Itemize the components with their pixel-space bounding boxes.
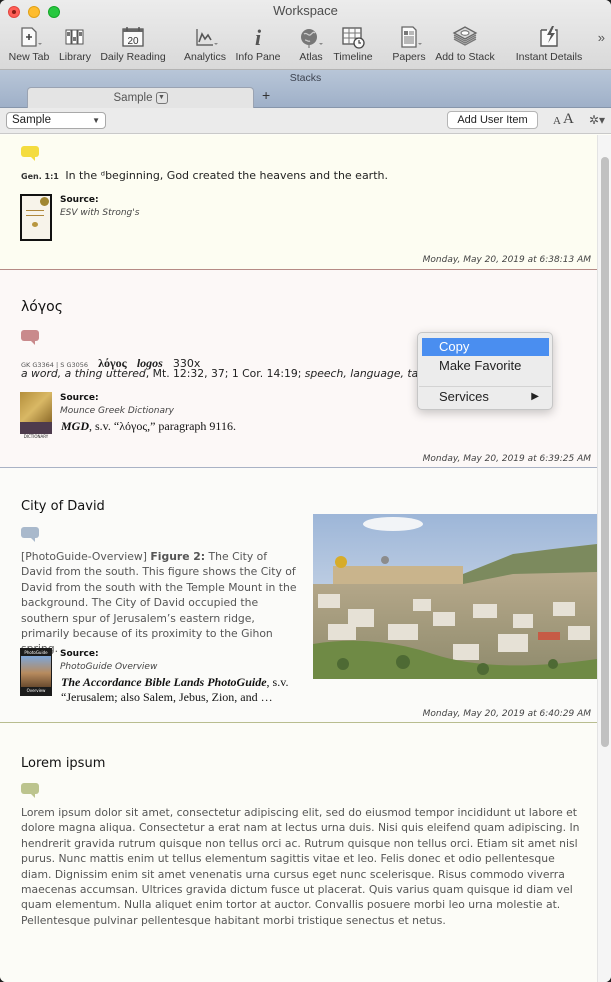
entry-timestamp: Monday, May 20, 2019 at 6:38:13 AM <box>422 255 591 265</box>
toolbar-info-pane[interactable]: i Info Pane <box>234 24 282 68</box>
stack-controls-bar: Sample ▼ Add User Item A A ✲▾ <box>0 108 611 134</box>
library-icon <box>56 24 94 50</box>
toolbar-timeline[interactable]: Timeline <box>331 24 375 68</box>
context-menu-make-favorite[interactable]: Make Favorite <box>422 357 549 375</box>
toolbar-analytics[interactable]: Analytics <box>183 24 227 68</box>
context-menu-services[interactable]: Services ▶ <box>422 388 549 406</box>
context-menu-separator <box>419 386 551 387</box>
toolbar-papers[interactable]: Papers <box>391 24 427 68</box>
context-menu-copy[interactable]: Copy <box>422 338 549 356</box>
source-name[interactable]: PhotoGuide Overview <box>60 662 157 672</box>
gear-icon[interactable]: ✲▾ <box>589 113 605 127</box>
entry-title: λόγος <box>21 299 63 315</box>
submenu-arrow-icon: ▶ <box>531 391 539 402</box>
stack-tab-sample[interactable]: Sample ▼ <box>27 87 254 109</box>
stack-entry[interactable]: City of David [PhotoGuide-Overview] Figu… <box>0 468 597 723</box>
chevron-down-icon: ▼ <box>92 116 100 125</box>
stack-entry[interactable]: Lorem ipsum Lorem ipsum dolor sit amet, … <box>0 723 597 982</box>
note-bubble-icon[interactable] <box>21 527 39 542</box>
toolbar-daily-reading[interactable]: 20 Daily Reading <box>99 24 167 68</box>
increase-font-button[interactable]: A <box>563 111 574 128</box>
add-user-item-button[interactable]: Add User Item <box>447 111 538 129</box>
verse-reference[interactable]: Gen. 1:1 <box>21 172 59 181</box>
city-of-david-photo[interactable] <box>313 514 597 679</box>
new-tab-icon <box>8 24 50 50</box>
note-bubble-icon[interactable] <box>21 146 39 161</box>
entry-timestamp: Monday, May 20, 2019 at 6:40:29 AM <box>422 709 591 719</box>
photoguide-cover-thumbnail: PhotoGuide Overview <box>20 648 52 696</box>
title-bar: Workspace New Tab Library 20 Daily Readi… <box>0 0 611 70</box>
stack-select-value: Sample <box>12 114 51 126</box>
verse-text: In the ᵈbeginning, God created the heave… <box>65 169 388 182</box>
svg-text:20: 20 <box>127 36 139 47</box>
scrollbar-thumb[interactable] <box>601 157 609 747</box>
source-label: Source: <box>60 195 99 205</box>
toolbar-library[interactable]: Library <box>56 24 94 68</box>
svg-text:i: i <box>255 25 262 50</box>
esv-cover-thumbnail <box>20 194 52 241</box>
note-text: Lorem ipsum dolor sit amet, consectetur … <box>21 806 580 927</box>
decrease-font-button[interactable]: A <box>553 115 561 127</box>
source-label: Source: <box>60 393 99 403</box>
entry-timestamp: Monday, May 20, 2019 at 6:39:25 AM <box>422 454 591 464</box>
stack-tab-label: Sample <box>113 92 153 104</box>
photo-caption: [PhotoGuide-Overview] Figure 2: The City… <box>21 550 297 655</box>
instant-details-icon <box>512 24 586 50</box>
stack-entry[interactable]: Gen. 1:1 In the ᵈbeginning, God created … <box>0 135 597 270</box>
mounce-cover-thumbnail: DICTIONARY <box>20 392 52 440</box>
info-icon: i <box>234 24 282 50</box>
source-citation: MGD, s.v. “λόγος,” paragraph 9116. <box>61 419 236 433</box>
tab-menu-chevron-icon[interactable]: ▼ <box>155 91 168 104</box>
entry-title: City of David <box>21 499 105 514</box>
workspace-window: Workspace New Tab Library 20 Daily Readi… <box>0 0 611 982</box>
toolbar-instant-details[interactable]: Instant Details <box>512 24 586 68</box>
add-stack-button[interactable]: + <box>262 87 270 103</box>
toolbar-add-to-stack[interactable]: Add to Stack <box>433 24 497 68</box>
toolbar-atlas[interactable]: Atlas <box>296 24 326 68</box>
source-name[interactable]: ESV with Strong's <box>60 208 139 218</box>
stack-content: Gen. 1:1 In the ᵈbeginning, God created … <box>0 135 597 982</box>
timeline-icon <box>331 24 375 50</box>
note-bubble-icon[interactable] <box>21 783 39 798</box>
note-bubble-icon[interactable] <box>21 330 39 345</box>
papers-icon <box>391 24 427 50</box>
calendar-icon: 20 <box>99 24 167 50</box>
stacks-tab-bar: Stacks Sample ▼ + <box>0 70 611 109</box>
toolbar-overflow-button[interactable]: » <box>598 30 605 45</box>
globe-icon <box>296 24 326 50</box>
source-citation: The Accordance Bible Lands PhotoGuide, s… <box>61 675 289 704</box>
stacks-title: Stacks <box>289 72 322 84</box>
window-title: Workspace <box>273 3 338 18</box>
vertical-scrollbar[interactable] <box>597 135 611 982</box>
stack-icon <box>433 24 497 50</box>
definition: a word, a thing uttered, Mt. 12:32, 37; … <box>21 367 431 380</box>
toolbar-new-tab[interactable]: New Tab <box>8 24 50 68</box>
stack-select[interactable]: Sample ▼ <box>6 112 106 129</box>
context-menu: Copy Make Favorite Services ▶ <box>417 332 553 410</box>
source-label: Source: <box>60 649 99 659</box>
source-name[interactable]: Mounce Greek Dictionary <box>60 406 174 416</box>
entry-title: Lorem ipsum <box>21 756 106 771</box>
analytics-icon <box>183 24 227 50</box>
